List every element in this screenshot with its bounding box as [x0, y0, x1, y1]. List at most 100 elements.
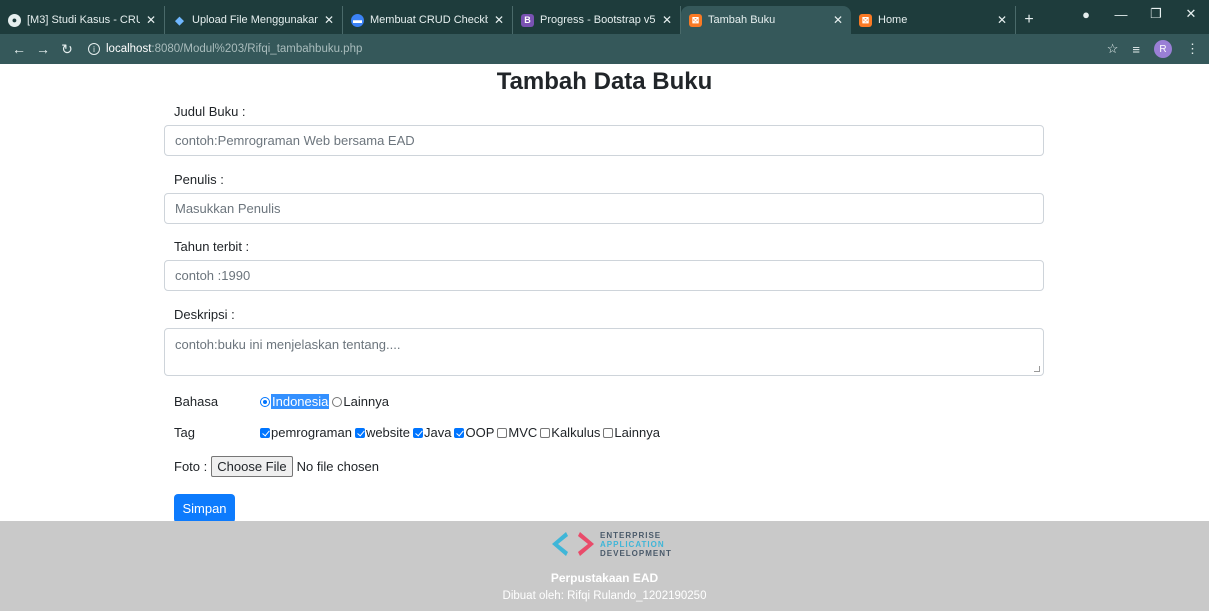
logo-line-2: APPLICATION — [600, 539, 665, 549]
foto-label: Foto : — [174, 459, 208, 474]
tab-title: Progress - Bootstrap v5.1 — [540, 14, 656, 26]
radio-label: Lainnya — [343, 394, 389, 409]
close-icon[interactable]: ✕ — [494, 13, 504, 27]
tab-tambah-buku[interactable]: ⊠ Tambah Buku ✕ — [681, 6, 851, 34]
address-bar[interactable]: i localhost:8080/Modul%203/Rifqi_tambahb… — [88, 43, 362, 55]
deskripsi-label: Deskripsi : — [174, 307, 235, 322]
ead-logo: ENTERPRISE APPLICATION DEVELOPMENT — [550, 529, 672, 559]
checkbox-kalkulus[interactable] — [540, 427, 551, 438]
browser-tabstrip: ● [M3] Studi Kasus - CRUD Da ✕ ◆ Upload … — [0, 0, 1209, 34]
logo-text: ENTERPRISE APPLICATION DEVELOPMENT — [600, 531, 672, 558]
logo-line-3: DEVELOPMENT — [600, 548, 672, 558]
tahun-label: Tahun terbit : — [174, 239, 250, 254]
logo-line-1: ENTERPRISE — [600, 530, 662, 540]
judul-label: Judul Buku : — [174, 104, 246, 119]
tag-option-mvc[interactable]: MVC — [497, 425, 537, 440]
bahasa-option-indonesia[interactable]: Indonesia — [260, 394, 330, 409]
checkbox-label: OOP — [465, 425, 495, 440]
close-icon[interactable]: ✕ — [662, 13, 672, 27]
radio-label: Indonesia — [271, 394, 330, 409]
tag-label: Tag — [174, 425, 195, 440]
bookmark-star-icon[interactable]: ☆ — [1107, 41, 1119, 57]
checkbox-label: Lainnya — [614, 425, 660, 440]
url-path: :8080/Modul%203/Rifqi_tambahbuku.php — [151, 43, 363, 55]
page-content: Tambah Data Buku Judul Buku : contoh:Pem… — [0, 64, 1209, 611]
forward-icon[interactable]: → — [32, 38, 54, 60]
penulis-label: Penulis : — [174, 172, 224, 187]
tab-title: Membuat CRUD Checkbox — [370, 14, 488, 26]
tab-crud-checkbox[interactable]: ▬ Membuat CRUD Checkbox ✕ — [343, 6, 513, 34]
close-window-icon[interactable]: ✕ — [1175, 0, 1207, 28]
bahasa-label: Bahasa — [174, 394, 219, 409]
close-icon[interactable]: ✕ — [997, 13, 1007, 27]
reload-icon[interactable]: ↻ — [56, 38, 78, 60]
checkbox-label: MVC — [508, 425, 538, 440]
checkbox-java[interactable] — [413, 427, 424, 438]
menu-kebab-icon[interactable]: ⋮ — [1186, 41, 1199, 57]
tag-option-kalkulus[interactable]: Kalkulus — [540, 425, 600, 440]
profile-menu-icon[interactable]: ● — [1070, 0, 1102, 28]
radio-indonesia[interactable] — [260, 396, 270, 407]
tag-option-pemrograman[interactable]: pemrograman — [260, 425, 352, 440]
tab-title: Tambah Buku — [708, 14, 776, 26]
tag-option-oop[interactable]: OOP — [454, 425, 494, 440]
code-icon: ◆ — [175, 14, 184, 27]
simpan-button[interactable]: Simpan — [174, 494, 235, 523]
tab-title: Home — [878, 14, 908, 26]
deskripsi-textarea[interactable]: contoh:buku ini menjelaskan tentang.... — [164, 328, 1044, 376]
tag-option-website[interactable]: website — [354, 425, 411, 440]
footer-title: Perpustakaan EAD — [550, 571, 659, 585]
tab-studi-kasus[interactable]: ● [M3] Studi Kasus - CRUD Da ✕ — [0, 6, 165, 34]
browser-toolbar: ← → ↻ i localhost:8080/Modul%203/Rifqi_t… — [0, 34, 1209, 64]
checkbox-mvc[interactable] — [497, 427, 508, 438]
info-icon[interactable]: i — [88, 43, 100, 55]
foto-row: Foto : Choose File No file chosen — [174, 456, 379, 477]
reading-list-icon[interactable]: ≡ — [1132, 42, 1140, 57]
checkbox-label: Kalkulus — [551, 425, 601, 440]
url-host: localhost — [106, 43, 152, 55]
checkbox-website[interactable] — [354, 427, 365, 438]
judul-input[interactable]: contoh:Pemrograman Web bersama EAD — [164, 125, 1044, 156]
chat-icon: ▬ — [351, 13, 364, 27]
footer: ENTERPRISE APPLICATION DEVELOPMENT Perpu… — [0, 521, 1209, 611]
back-icon[interactable]: ← — [8, 38, 30, 60]
file-status: No file chosen — [296, 459, 380, 474]
bootstrap-icon: B — [521, 13, 534, 27]
globe-icon: ● — [8, 13, 21, 27]
tahun-input[interactable]: contoh :1990 — [164, 260, 1044, 291]
close-icon[interactable]: ✕ — [833, 13, 843, 27]
xampp-icon: ⊠ — [689, 13, 702, 27]
deskripsi-placeholder: contoh:buku ini menjelaskan tentang.... — [175, 337, 401, 352]
checkbox-label: pemrograman — [271, 425, 352, 440]
toolbar-actions: ☆ ≡ R ⋮ — [1107, 34, 1199, 64]
checkbox-label: website — [365, 425, 411, 440]
close-icon[interactable]: ✕ — [146, 13, 156, 27]
tab-home[interactable]: ⊠ Home ✕ — [851, 6, 1016, 34]
checkbox-lainnya[interactable] — [603, 427, 614, 438]
checkbox-pemrograman[interactable] — [260, 427, 270, 438]
restore-icon[interactable]: ❐ — [1140, 0, 1172, 28]
checkbox-oop[interactable] — [454, 427, 465, 438]
checkbox-label: Java — [424, 425, 452, 440]
choose-file-button[interactable]: Choose File — [211, 456, 293, 477]
close-icon[interactable]: ✕ — [324, 13, 334, 27]
tab-progress-bootstrap[interactable]: B Progress - Bootstrap v5.1 ✕ — [513, 6, 681, 34]
tag-option-java[interactable]: Java — [413, 425, 451, 440]
minimize-icon[interactable]: — — [1105, 0, 1137, 28]
avatar[interactable]: R — [1154, 40, 1172, 58]
resize-grip-icon[interactable] — [1034, 366, 1040, 372]
tab-upload-file[interactable]: ◆ Upload File Menggunakan F ✕ — [165, 6, 343, 34]
xampp-icon: ⊠ — [859, 13, 872, 27]
bahasa-option-lainnya[interactable]: Lainnya — [332, 394, 389, 409]
tab-title: Upload File Menggunakan F — [192, 14, 318, 26]
tag-options: pemrograman website Java OOP MVC Kalkulu… — [260, 425, 663, 440]
tab-title: [M3] Studi Kasus - CRUD Da — [27, 14, 140, 26]
bahasa-options: Indonesia Lainnya — [260, 394, 392, 409]
footer-credit: Dibuat oleh: Rifqi Rulando_1202190250 — [502, 590, 707, 602]
ead-logo-icon — [552, 532, 594, 556]
radio-lainnya[interactable] — [332, 396, 343, 407]
page-title: Tambah Data Buku — [496, 68, 713, 95]
penulis-input[interactable]: Masukkan Penulis — [164, 193, 1044, 224]
new-tab-button[interactable]: + — [1016, 6, 1042, 34]
tag-option-lainnya[interactable]: Lainnya — [603, 425, 660, 440]
